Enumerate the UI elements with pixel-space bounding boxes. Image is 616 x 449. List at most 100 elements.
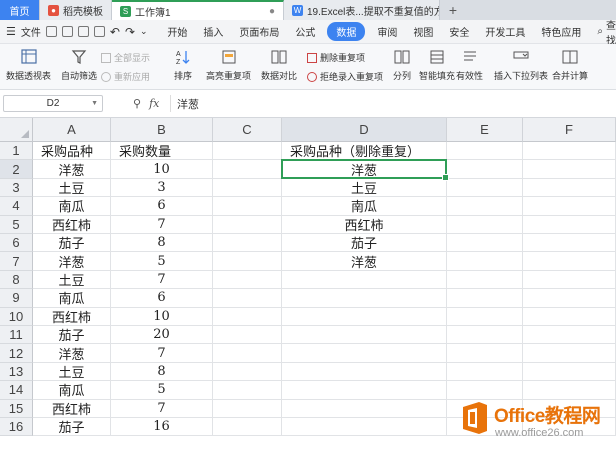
row-header[interactable]: 2 [0,160,33,179]
cell-f8[interactable] [523,270,616,290]
cell-d3[interactable]: 土豆 [282,178,447,198]
cell-f11[interactable] [523,326,616,345]
cell-a13[interactable]: 土豆 [33,362,111,382]
row-header[interactable]: 5 [0,215,33,234]
cell-c8[interactable] [213,270,282,290]
cell-e2[interactable] [447,160,523,179]
cell-a2[interactable]: 洋葱 [33,160,111,179]
cell-d1[interactable]: 采购品种（剔除重复） [282,142,447,161]
cell-e3[interactable] [447,178,523,198]
cell-a5[interactable]: 西红柿 [33,215,111,234]
print-preview-icon[interactable] [93,26,105,37]
cell-a12[interactable]: 洋葱 [33,344,111,363]
file-menu[interactable]: 文件 [21,24,41,39]
cell-f4[interactable] [523,197,616,216]
cell-e14[interactable] [447,381,523,400]
output-pdf-icon[interactable] [61,26,73,37]
cell-e7[interactable] [447,252,523,271]
cell-f5[interactable] [523,215,616,234]
cell-e5[interactable] [447,215,523,234]
cell-b11[interactable]: 20 [111,326,213,345]
cell-c7[interactable] [213,252,282,271]
column-header-a[interactable]: A [33,118,111,142]
cell-d5[interactable]: 西红柿 [282,215,447,234]
cell-f9[interactable] [523,289,616,308]
highlight-duplicates-button[interactable]: 高亮重复项 [206,49,251,82]
print-icon[interactable] [77,26,89,37]
cell-a9[interactable]: 南瓜 [33,289,111,308]
cell-a16[interactable]: 茄子 [33,418,111,437]
cell-e11[interactable] [447,326,523,345]
search-box[interactable]: ⌕ 查找 [597,17,616,47]
cell-f13[interactable] [523,362,616,382]
cell-b10[interactable]: 10 [111,307,213,326]
cell-c15[interactable] [213,399,282,418]
cell-b12[interactable]: 7 [111,344,213,363]
row-header[interactable]: 6 [0,234,33,253]
cell-a14[interactable]: 南瓜 [33,381,111,400]
cell-e1[interactable] [447,142,523,161]
tab-home[interactable]: 首页 [0,0,40,20]
row-header[interactable]: 4 [0,197,33,216]
name-box-dropdown-icon[interactable]: ▼ [91,100,98,107]
cell-a15[interactable]: 西红柿 [33,399,111,418]
pivot-table-button[interactable]: 数据透视表 [6,49,51,82]
cell-d16[interactable] [282,418,447,437]
cell-a1[interactable]: 采购品种 [33,142,111,161]
menu-view[interactable]: 视图 [405,24,441,39]
menu-security[interactable]: 安全 [441,24,477,39]
undo-icon[interactable]: ↶ [110,25,120,39]
cell-e13[interactable] [447,362,523,382]
menu-page-layout[interactable]: 页面布局 [231,24,287,39]
cell-b9[interactable]: 6 [111,289,213,308]
cell-a10[interactable]: 西红柿 [33,307,111,326]
cell-f12[interactable] [523,344,616,363]
row-header[interactable]: 7 [0,252,33,271]
reapply-button[interactable]: 重新应用 [101,70,150,83]
cell-c3[interactable] [213,178,282,198]
cell-d7[interactable]: 洋葱 [282,252,447,271]
insert-dropdown-button[interactable]: 插入下拉列表 [494,49,548,82]
cell-b3[interactable]: 3 [111,178,213,198]
cell-f2[interactable] [523,160,616,179]
column-header-e[interactable]: E [447,118,523,142]
row-header[interactable]: 8 [0,270,33,290]
cell-a11[interactable]: 茄子 [33,326,111,345]
cell-a7[interactable]: 洋葱 [33,252,111,271]
cell-f1[interactable] [523,142,616,161]
cell-b2[interactable]: 10 [111,160,213,179]
split-column-button[interactable]: 分列 [393,49,411,82]
cell-e10[interactable] [447,307,523,326]
hamburger-icon[interactable]: ☰ [6,25,16,38]
row-header[interactable]: 11 [0,326,33,345]
cell-e9[interactable] [447,289,523,308]
cell-c6[interactable] [213,234,282,253]
cell-c9[interactable] [213,289,282,308]
cell-b15[interactable]: 7 [111,399,213,418]
autofilter-button[interactable]: 自动筛选 [61,49,97,82]
row-header[interactable]: 9 [0,289,33,308]
cell-c13[interactable] [213,362,282,382]
column-header-c[interactable]: C [213,118,282,142]
tab-modified-dot-icon[interactable]: ● [269,6,275,17]
column-header-d[interactable]: D [282,118,447,142]
row-header[interactable]: 3 [0,178,33,198]
save-icon[interactable] [45,26,57,37]
menu-home[interactable]: 开始 [159,24,195,39]
cell-a6[interactable]: 茄子 [33,234,111,253]
cell-c10[interactable] [213,307,282,326]
cell-c14[interactable] [213,381,282,400]
column-header-f[interactable]: F [523,118,616,142]
cell-b6[interactable]: 8 [111,234,213,253]
menu-data[interactable]: 数据 [327,22,366,41]
cell-b7[interactable]: 5 [111,252,213,271]
cell-a3[interactable]: 土豆 [33,178,111,198]
cell-f14[interactable] [523,381,616,400]
show-all-button[interactable]: 全部显示 [101,51,150,64]
cell-d4[interactable]: 南瓜 [282,197,447,216]
validity-button[interactable]: 有效性 [456,49,483,82]
cell-b8[interactable]: 7 [111,270,213,290]
menu-insert[interactable]: 插入 [195,24,231,39]
name-box[interactable]: D2 ▼ [3,95,103,112]
reject-duplicates-button[interactable]: 拒绝录入重复项 [307,70,383,83]
